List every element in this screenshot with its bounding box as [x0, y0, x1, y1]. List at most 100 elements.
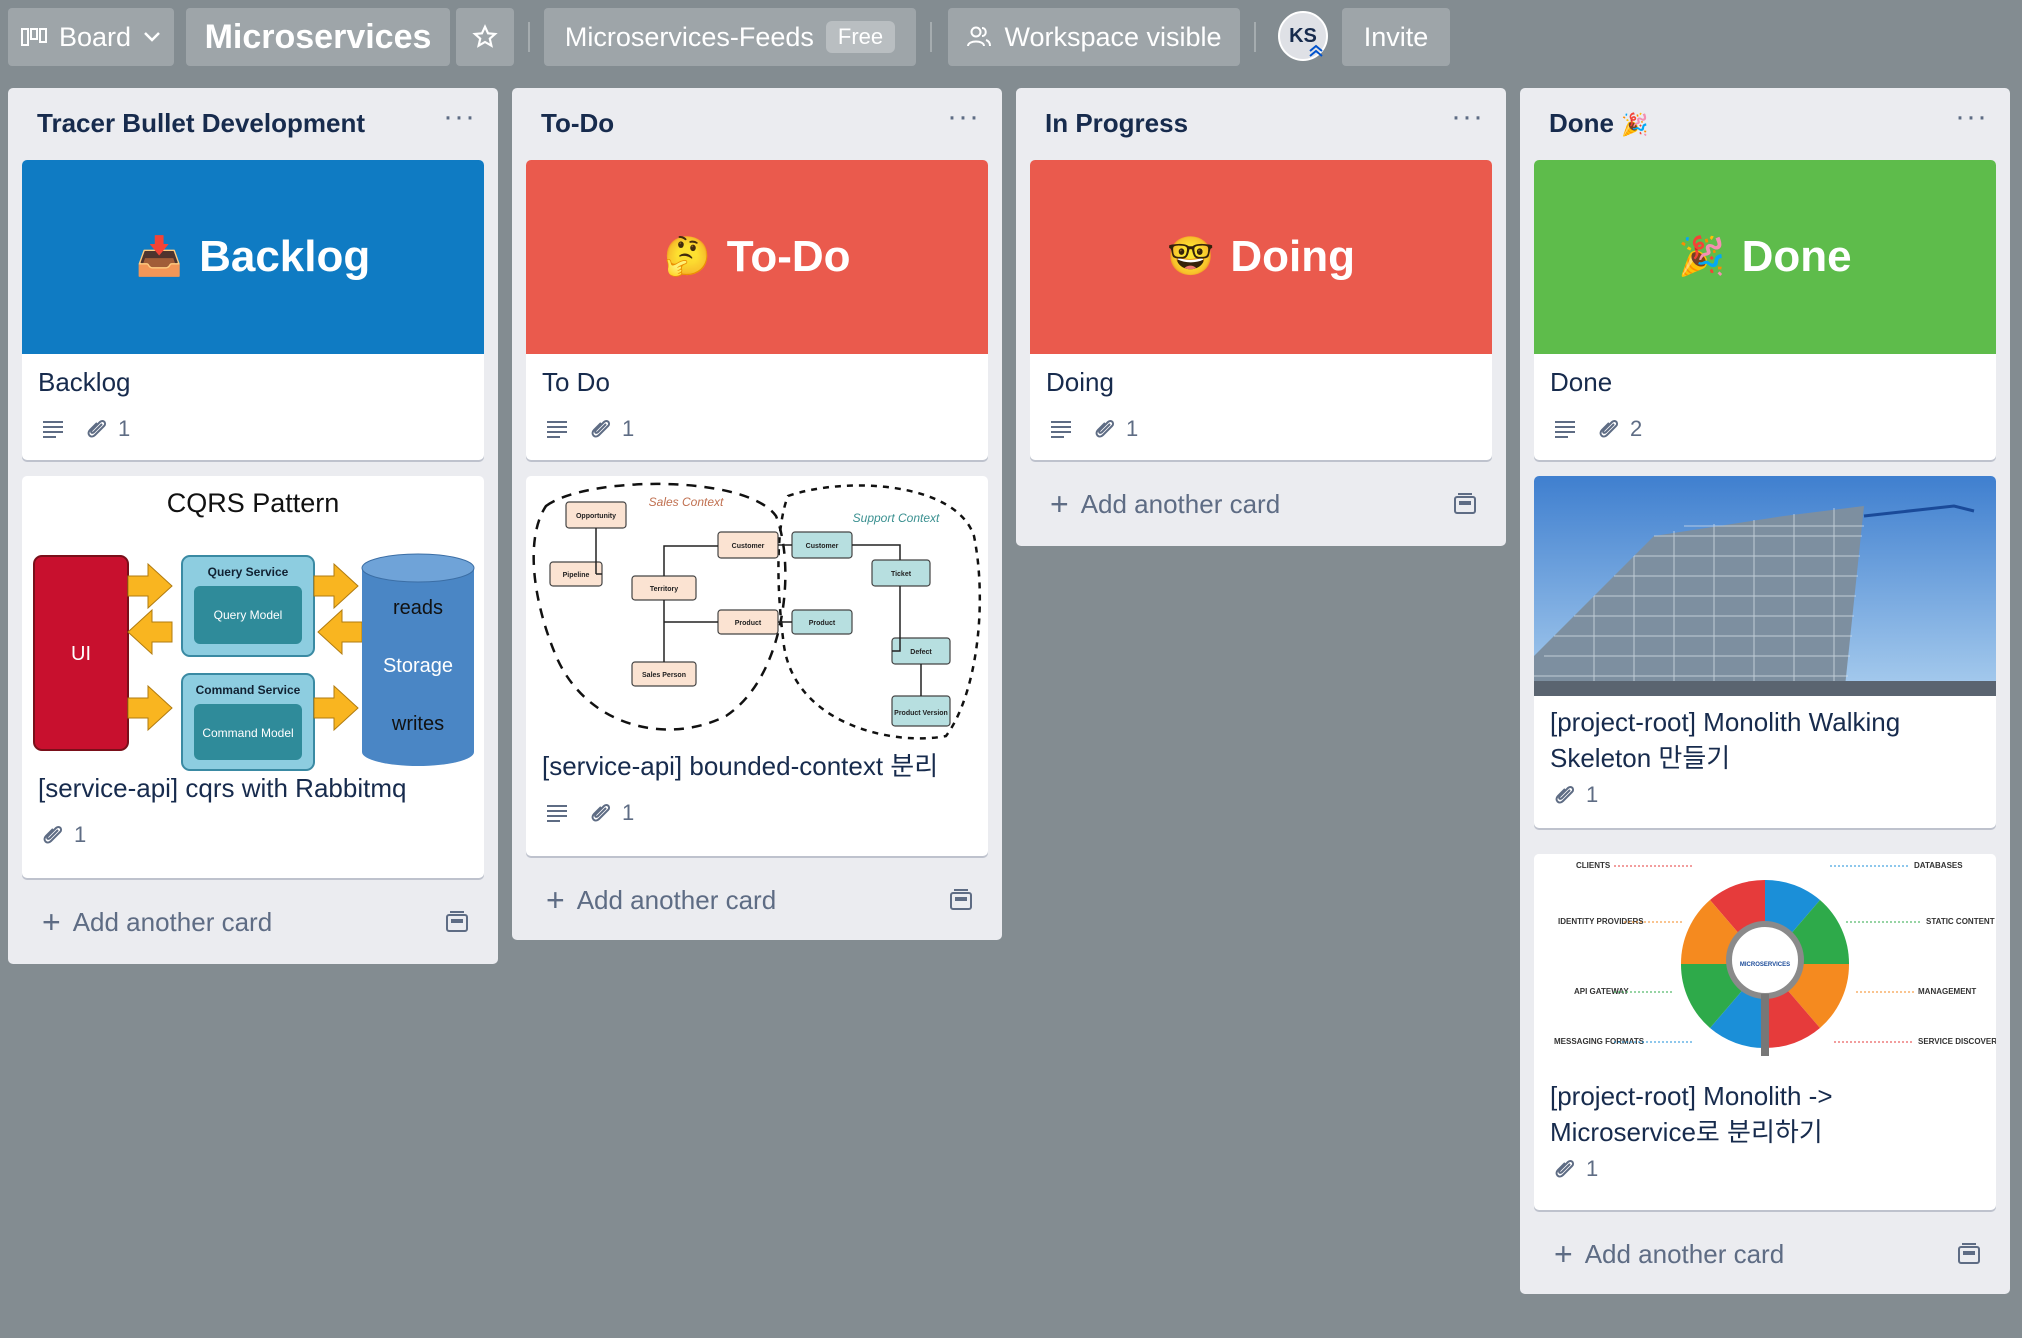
add-card-button[interactable]: + Add another card	[22, 894, 484, 950]
list-header[interactable]: To-Do ···	[512, 88, 1002, 158]
microservices-infographic-image: MICROSERVICES CLIENTS IDENTITY PROVIDERS…	[1534, 854, 1996, 1074]
svg-text:Query Model: Query Model	[214, 608, 283, 622]
list-menu-icon[interactable]: ···	[443, 100, 476, 134]
star-button[interactable]	[456, 8, 514, 66]
list-menu-icon[interactable]: ···	[947, 100, 980, 134]
paperclip-icon	[1599, 419, 1619, 438]
attachment-badge: 1	[42, 822, 86, 848]
card-backlog[interactable]: 📥 Backlog Backlog 1	[22, 160, 484, 460]
description-icon	[43, 421, 63, 438]
card-done[interactable]: 🎉 Done Done 2	[1534, 160, 1996, 460]
nerd-face-icon: 🤓	[1167, 236, 1215, 278]
paperclip-icon	[87, 419, 107, 438]
attachment-badge: 2	[1598, 416, 1642, 442]
svg-text:Support Context: Support Context	[853, 511, 940, 525]
invite-button[interactable]: Invite	[1342, 8, 1450, 66]
svg-text:Command Service: Command Service	[196, 683, 301, 697]
card-badges: 1	[42, 822, 86, 848]
paperclip-icon	[1555, 1159, 1575, 1178]
description-icon	[547, 421, 567, 438]
card-monolith-to-microservices[interactable]: MICROSERVICES CLIENTS IDENTITY PROVIDERS…	[1534, 854, 1996, 1210]
svg-text:MANAGEMENT: MANAGEMENT	[1918, 987, 1976, 996]
card-title: [service-api] bounded-context 분리	[542, 751, 939, 781]
svg-text:Storage: Storage	[383, 655, 453, 677]
card-bounded-context[interactable]: Sales Context Support Context Opportunit…	[526, 476, 988, 856]
description-icon	[1051, 421, 1071, 438]
party-popper-icon: 🎉	[1621, 112, 1649, 137]
card-title: Backlog	[38, 367, 131, 397]
card-walking-skeleton[interactable]: [project-root] Monolith Walking Skeleton…	[1534, 476, 1996, 828]
svg-text:Territory: Territory	[650, 586, 678, 593]
svg-text:Opportunity: Opportunity	[576, 513, 616, 520]
paperclip-icon	[1555, 785, 1575, 804]
card-cover: 📥 Backlog	[22, 160, 484, 354]
svg-text:Product Version: Product Version	[894, 710, 948, 717]
list-header[interactable]: In Progress ···	[1016, 88, 1506, 158]
people-icon	[967, 26, 992, 47]
card-cover: 🤓 Doing	[1030, 160, 1492, 354]
plus-icon: +	[546, 881, 565, 918]
svg-text:MICROSERVICES: MICROSERVICES	[1740, 962, 1790, 968]
card-template-icon[interactable]	[1956, 1242, 1982, 1266]
board-switcher-button[interactable]: Board	[8, 8, 174, 66]
add-card-button[interactable]: + Add another card	[1534, 1226, 1996, 1282]
svg-text:IDENTITY PROVIDERS: IDENTITY PROVIDERS	[1558, 917, 1644, 926]
list-title: Done 🎉	[1549, 108, 1649, 138]
card-doing[interactable]: 🤓 Doing Doing 1	[1030, 160, 1492, 460]
divider	[930, 22, 932, 52]
list-title: Tracer Bullet Development	[37, 108, 365, 138]
attachment-badge: 1	[590, 416, 634, 442]
bounded-context-diagram-image: Sales Context Support Context Opportunit…	[532, 482, 982, 740]
admin-chevron-icon	[1308, 44, 1328, 62]
board-header: Board Microservices Microservices-Feeds …	[0, 0, 2022, 72]
paperclip-icon	[43, 825, 63, 844]
list-header[interactable]: Tracer Bullet Development ···	[8, 88, 498, 158]
svg-text:reads: reads	[393, 597, 443, 619]
attachment-badge: 1	[1554, 782, 1598, 808]
board-name-button[interactable]: Microservices	[186, 8, 450, 66]
svg-text:Ticket: Ticket	[891, 571, 912, 578]
attachment-badge: 1	[86, 416, 130, 442]
workspace-button[interactable]: Microservices-Feeds Free	[544, 8, 916, 66]
inbox-tray-icon: 📥	[135, 236, 184, 278]
plus-icon: +	[1554, 1235, 1573, 1272]
card-title: Done	[1550, 367, 1613, 397]
svg-text:DATABASES: DATABASES	[1914, 861, 1963, 870]
description-icon	[1555, 421, 1575, 438]
plan-badge: Free	[825, 21, 896, 53]
list-done: Done 🎉 ··· 🎉 Done Done 2 [project-root] …	[1520, 88, 2010, 1294]
svg-text:Sales Person: Sales Person	[642, 672, 686, 679]
svg-text:Customer: Customer	[732, 543, 765, 550]
star-icon	[472, 24, 498, 48]
svg-text:Customer: Customer	[806, 543, 839, 550]
list-tracer-bullet: Tracer Bullet Development ··· 📥 Backlog …	[8, 88, 498, 964]
card-template-icon[interactable]	[948, 888, 974, 912]
card-todo[interactable]: 🤔 To-Do To Do 1	[526, 160, 988, 460]
list-todo: To-Do ··· 🤔 To-Do To Do 1 Sales Context …	[512, 88, 1002, 940]
list-menu-icon[interactable]: ···	[1451, 100, 1484, 134]
card-template-icon[interactable]	[1452, 492, 1478, 516]
svg-text:Command Model: Command Model	[202, 726, 293, 740]
board-name: Microservices	[204, 17, 432, 56]
attachment-badge: 1	[1554, 1156, 1598, 1182]
card-cqrs[interactable]: CQRS Pattern UI Query Service Query Mode…	[22, 476, 484, 878]
board-icon	[20, 28, 47, 46]
svg-text:Defect: Defect	[910, 649, 932, 656]
paperclip-icon	[1095, 419, 1115, 438]
list-header[interactable]: Done 🎉 ···	[1520, 88, 2010, 158]
add-card-button[interactable]: + Add another card	[1030, 476, 1492, 532]
building-scaffold-image	[1534, 476, 1996, 696]
plus-icon: +	[1050, 485, 1069, 522]
list-in-progress: In Progress ··· 🤓 Doing Doing 1 + Add an…	[1016, 88, 1506, 546]
card-badges: 1	[1050, 416, 1138, 442]
list-title: To-Do	[541, 108, 615, 138]
card-template-icon[interactable]	[444, 910, 470, 934]
card-badges: 1	[546, 416, 634, 442]
add-card-button[interactable]: + Add another card	[526, 872, 988, 928]
list-menu-icon[interactable]: ···	[1955, 100, 1988, 134]
svg-text:API GATEWAY: API GATEWAY	[1574, 987, 1629, 996]
svg-text:STATIC CONTENT: STATIC CONTENT	[1926, 917, 1995, 926]
visibility-button[interactable]: Workspace visible	[948, 8, 1240, 66]
svg-text:CQRS Pattern: CQRS Pattern	[167, 488, 340, 518]
card-badges: 2	[1554, 416, 1642, 442]
